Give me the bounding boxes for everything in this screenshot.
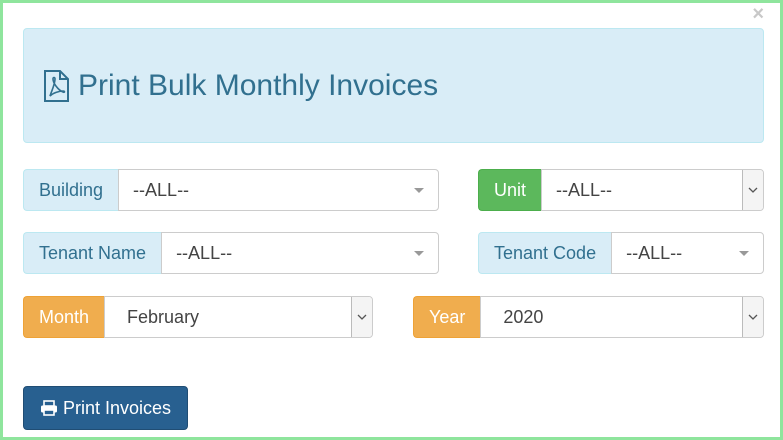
building-select[interactable]: --ALL-- xyxy=(118,169,439,211)
chevron-down-icon xyxy=(739,250,749,256)
file-pdf-icon xyxy=(42,69,70,102)
year-select-value: 2020 xyxy=(503,306,544,327)
unit-label: Unit xyxy=(478,169,542,211)
modal-header-panel: Print Bulk Monthly Invoices xyxy=(23,28,764,143)
tenant-name-filter: Tenant Name --ALL-- xyxy=(23,232,439,274)
unit-filter: Unit --ALL-- xyxy=(478,169,764,211)
tenant-name-select[interactable]: --ALL-- xyxy=(161,232,439,274)
tenant-code-select[interactable]: --ALL-- xyxy=(611,232,764,274)
print-invoices-label: Print Invoices xyxy=(62,397,172,418)
print-invoices-button[interactable]: Print Invoices xyxy=(23,386,188,430)
close-button[interactable]: × xyxy=(752,3,764,25)
chevron-down-icon[interactable] xyxy=(742,170,763,210)
printer-icon xyxy=(40,400,58,416)
month-select[interactable]: February xyxy=(104,296,373,338)
tenant-code-filter: Tenant Code --ALL-- xyxy=(478,232,764,274)
month-label: Month xyxy=(23,296,105,338)
tenant-name-select-value: --ALL-- xyxy=(176,242,233,263)
chevron-down-icon[interactable] xyxy=(351,297,372,337)
unit-select-value: --ALL-- xyxy=(556,179,613,200)
year-filter: Year 2020 xyxy=(413,296,764,338)
building-filter: Building --ALL-- xyxy=(23,169,439,211)
building-label: Building xyxy=(23,169,119,211)
tenant-code-label: Tenant Code xyxy=(478,232,612,274)
tenant-code-select-value: --ALL-- xyxy=(626,242,683,263)
building-select-value: --ALL-- xyxy=(133,179,190,200)
month-filter: Month February xyxy=(23,296,373,338)
print-invoices-modal: × Print Bulk Monthly Invoices Building -… xyxy=(0,0,783,440)
chevron-down-icon xyxy=(414,187,424,193)
chevron-down-icon[interactable] xyxy=(742,297,763,337)
year-label: Year xyxy=(413,296,481,338)
month-select-value: February xyxy=(127,306,200,327)
modal-title: Print Bulk Monthly Invoices xyxy=(78,68,439,102)
unit-select[interactable]: --ALL-- xyxy=(541,169,764,211)
tenant-name-label: Tenant Name xyxy=(23,232,162,274)
year-select[interactable]: 2020 xyxy=(480,296,764,338)
chevron-down-icon xyxy=(414,250,424,256)
